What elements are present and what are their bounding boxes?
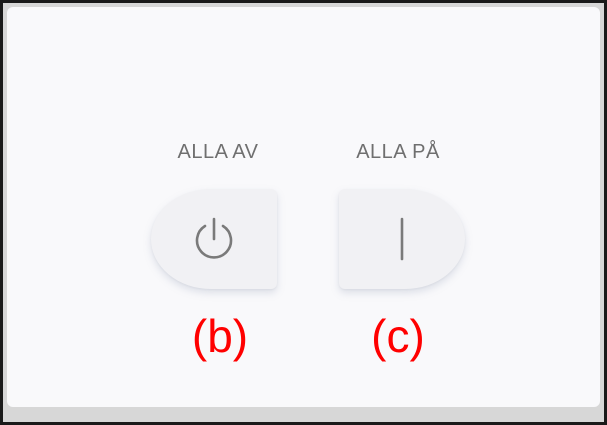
annotation-b: (b) bbox=[191, 310, 249, 362]
annotation-c: (c) bbox=[371, 310, 425, 362]
power-icon bbox=[195, 217, 233, 259]
screenshot-frame: ALLA AV (b) ALLA PÅ (c) bbox=[0, 0, 607, 425]
all-off-button[interactable] bbox=[151, 189, 277, 289]
control-panel: ALLA AV (b) ALLA PÅ (c) bbox=[7, 7, 600, 407]
all-on-label: ALLA PÅ bbox=[356, 141, 440, 163]
on-bar-icon bbox=[400, 217, 404, 261]
all-on-button[interactable] bbox=[339, 189, 465, 289]
all-off-label: ALLA AV bbox=[177, 141, 259, 163]
